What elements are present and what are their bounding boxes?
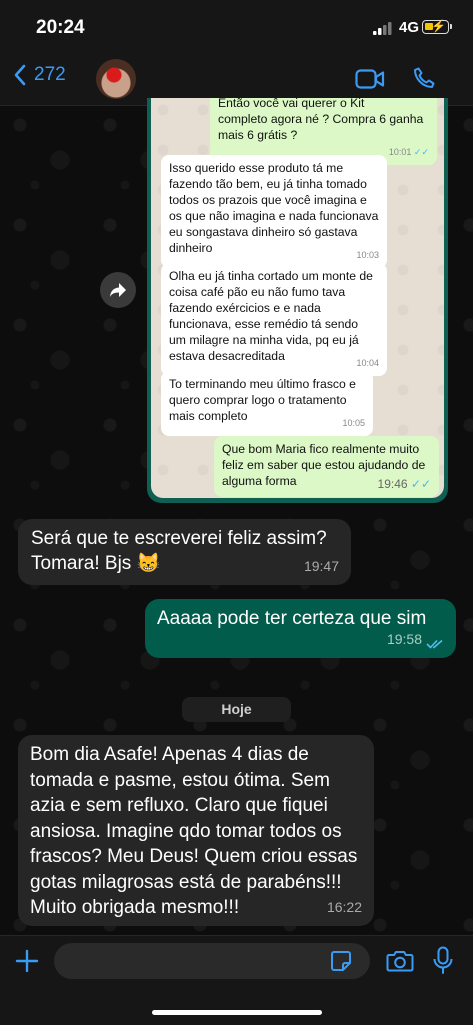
message-text: tomada e pasme, estou ótima. Sem	[30, 769, 330, 791]
message-bubble-incoming[interactable]: Será que te escreverei feliz assim? Toma…	[18, 519, 351, 585]
contact-avatar[interactable]	[96, 59, 136, 99]
signal-icon	[373, 22, 392, 35]
message-text: gotas milagrosas está de parabéns!!!	[30, 871, 342, 893]
message-input-bar	[0, 935, 473, 1025]
message-text: Será que te escreverei feliz assim?	[31, 528, 327, 549]
message-input[interactable]	[54, 943, 370, 979]
forward-button[interactable]	[100, 272, 136, 308]
video-call-icon[interactable]	[355, 68, 385, 90]
read-ticks-icon: ✓✓	[410, 477, 431, 491]
mini-message: Isso querido esse produto tá me fazendo …	[161, 155, 387, 268]
battery-icon: ⚡	[422, 19, 452, 34]
home-indicator	[152, 1010, 322, 1015]
status-time: 20:24	[36, 17, 85, 38]
network-type: 4G	[399, 19, 420, 36]
message-text: Bom dia Asafe! Apenas 4 dias de	[30, 744, 309, 765]
mini-message: Olha eu já tinha cortado um monte de coi…	[161, 263, 387, 376]
message-time: 16:22	[326, 898, 362, 915]
unread-count: 272	[34, 64, 66, 85]
chevron-left-icon	[14, 64, 26, 86]
message-time: 19:47	[303, 558, 339, 574]
message-bubble-outgoing[interactable]: Aaaaa pode ter certeza que sim 19:58	[145, 599, 456, 658]
date-separator: Hoje	[182, 697, 291, 722]
mini-message: To terminando meu último frasco e quero …	[161, 371, 373, 436]
forwarded-screenshot[interactable]: Então você vai querer o Kit completo ago…	[147, 98, 448, 503]
mini-message: Que bom Maria fico realmente muito feliz…	[214, 436, 439, 497]
read-ticks-icon: ✓✓	[413, 147, 429, 157]
phone-call-icon[interactable]	[412, 66, 436, 90]
microphone-icon[interactable]	[432, 946, 454, 976]
message-time: 19:58	[386, 631, 422, 647]
status-bar: 20:24 4G ⚡	[0, 0, 473, 52]
mini-time: 10:01	[388, 147, 412, 157]
message-text: ansiosa. Imagine qdo tomar todos os	[30, 820, 342, 842]
message-text: Muito obrigada mesmo!!!	[30, 897, 240, 918]
message-bubble-incoming[interactable]: Bom dia Asafe! Apenas 4 dias de tomada e…	[18, 735, 374, 926]
message-text: azia e sem refluxo. Claro que fiquei	[30, 795, 328, 816]
sticker-icon[interactable]	[330, 950, 352, 972]
back-button[interactable]: 272	[14, 64, 66, 86]
forward-icon	[110, 283, 126, 297]
read-ticks-icon	[426, 639, 443, 649]
plus-icon[interactable]	[15, 949, 39, 973]
mini-time: 19:46	[377, 477, 408, 491]
camera-icon[interactable]	[386, 949, 414, 973]
message-text: frascos? Meu Deus! Quem criou essas	[30, 846, 358, 867]
screenshot-chat: Então você vai querer o Kit completo ago…	[151, 98, 444, 498]
